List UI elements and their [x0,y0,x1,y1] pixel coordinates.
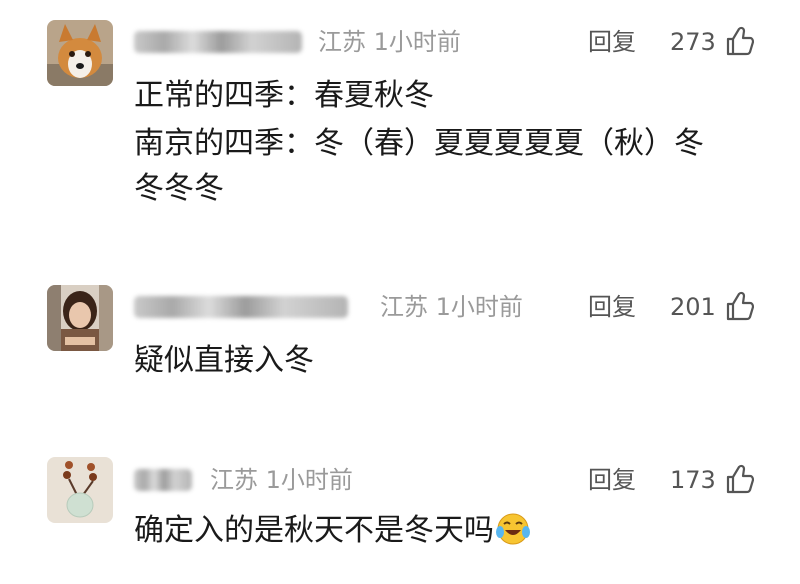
comment-text-line: 冬冬冬 [134,171,224,206]
avatar[interactable] [47,457,113,523]
laughing-crying-emoji-icon [496,513,530,545]
jade-pendant-avatar-icon [47,457,113,523]
woman-avatar-icon [47,285,113,351]
location-time: 江苏 1小时前 [210,466,353,494]
reply-button[interactable]: 回复 [588,22,636,62]
thumbs-up-icon[interactable] [726,26,754,56]
reply-button[interactable]: 回复 [588,287,636,327]
comment-text: 确定入的是秋天不是冬天吗 [134,513,494,548]
comment-item: 江苏 1小时前 回复 201 疑似直接入冬 [0,230,800,410]
comment-text-line: 正常的四季：春夏秋冬 [134,78,434,113]
like-count[interactable]: 173 [670,460,716,500]
comment-text-line: 确定入的是秋天不是冬天吗 [134,508,530,553]
location-time: 江苏 1小时前 [380,293,523,321]
comment-item: 江苏 1小时前 回复 173 确定入的是秋天不是冬天吗 [0,410,800,584]
like-count[interactable]: 201 [670,287,716,327]
avatar[interactable] [47,285,113,351]
username[interactable] [134,31,302,53]
location-time: 江苏 1小时前 [318,28,461,56]
comment-text-line: 疑似直接入冬 [134,343,314,378]
username[interactable] [134,296,348,318]
like-count[interactable]: 273 [670,22,716,62]
comment-item: 江苏 1小时前 回复 273 正常的四季：春夏秋冬 南京的四季：冬（春）夏夏夏夏… [0,0,800,230]
thumbs-up-icon[interactable] [726,291,754,321]
username[interactable] [134,469,192,491]
dog-avatar-icon [47,20,113,86]
comment-text-line: 南京的四季：冬（春）夏夏夏夏夏（秋）冬 [134,126,704,161]
thumbs-up-icon[interactable] [726,464,754,494]
avatar[interactable] [47,20,113,86]
reply-button[interactable]: 回复 [588,460,636,500]
